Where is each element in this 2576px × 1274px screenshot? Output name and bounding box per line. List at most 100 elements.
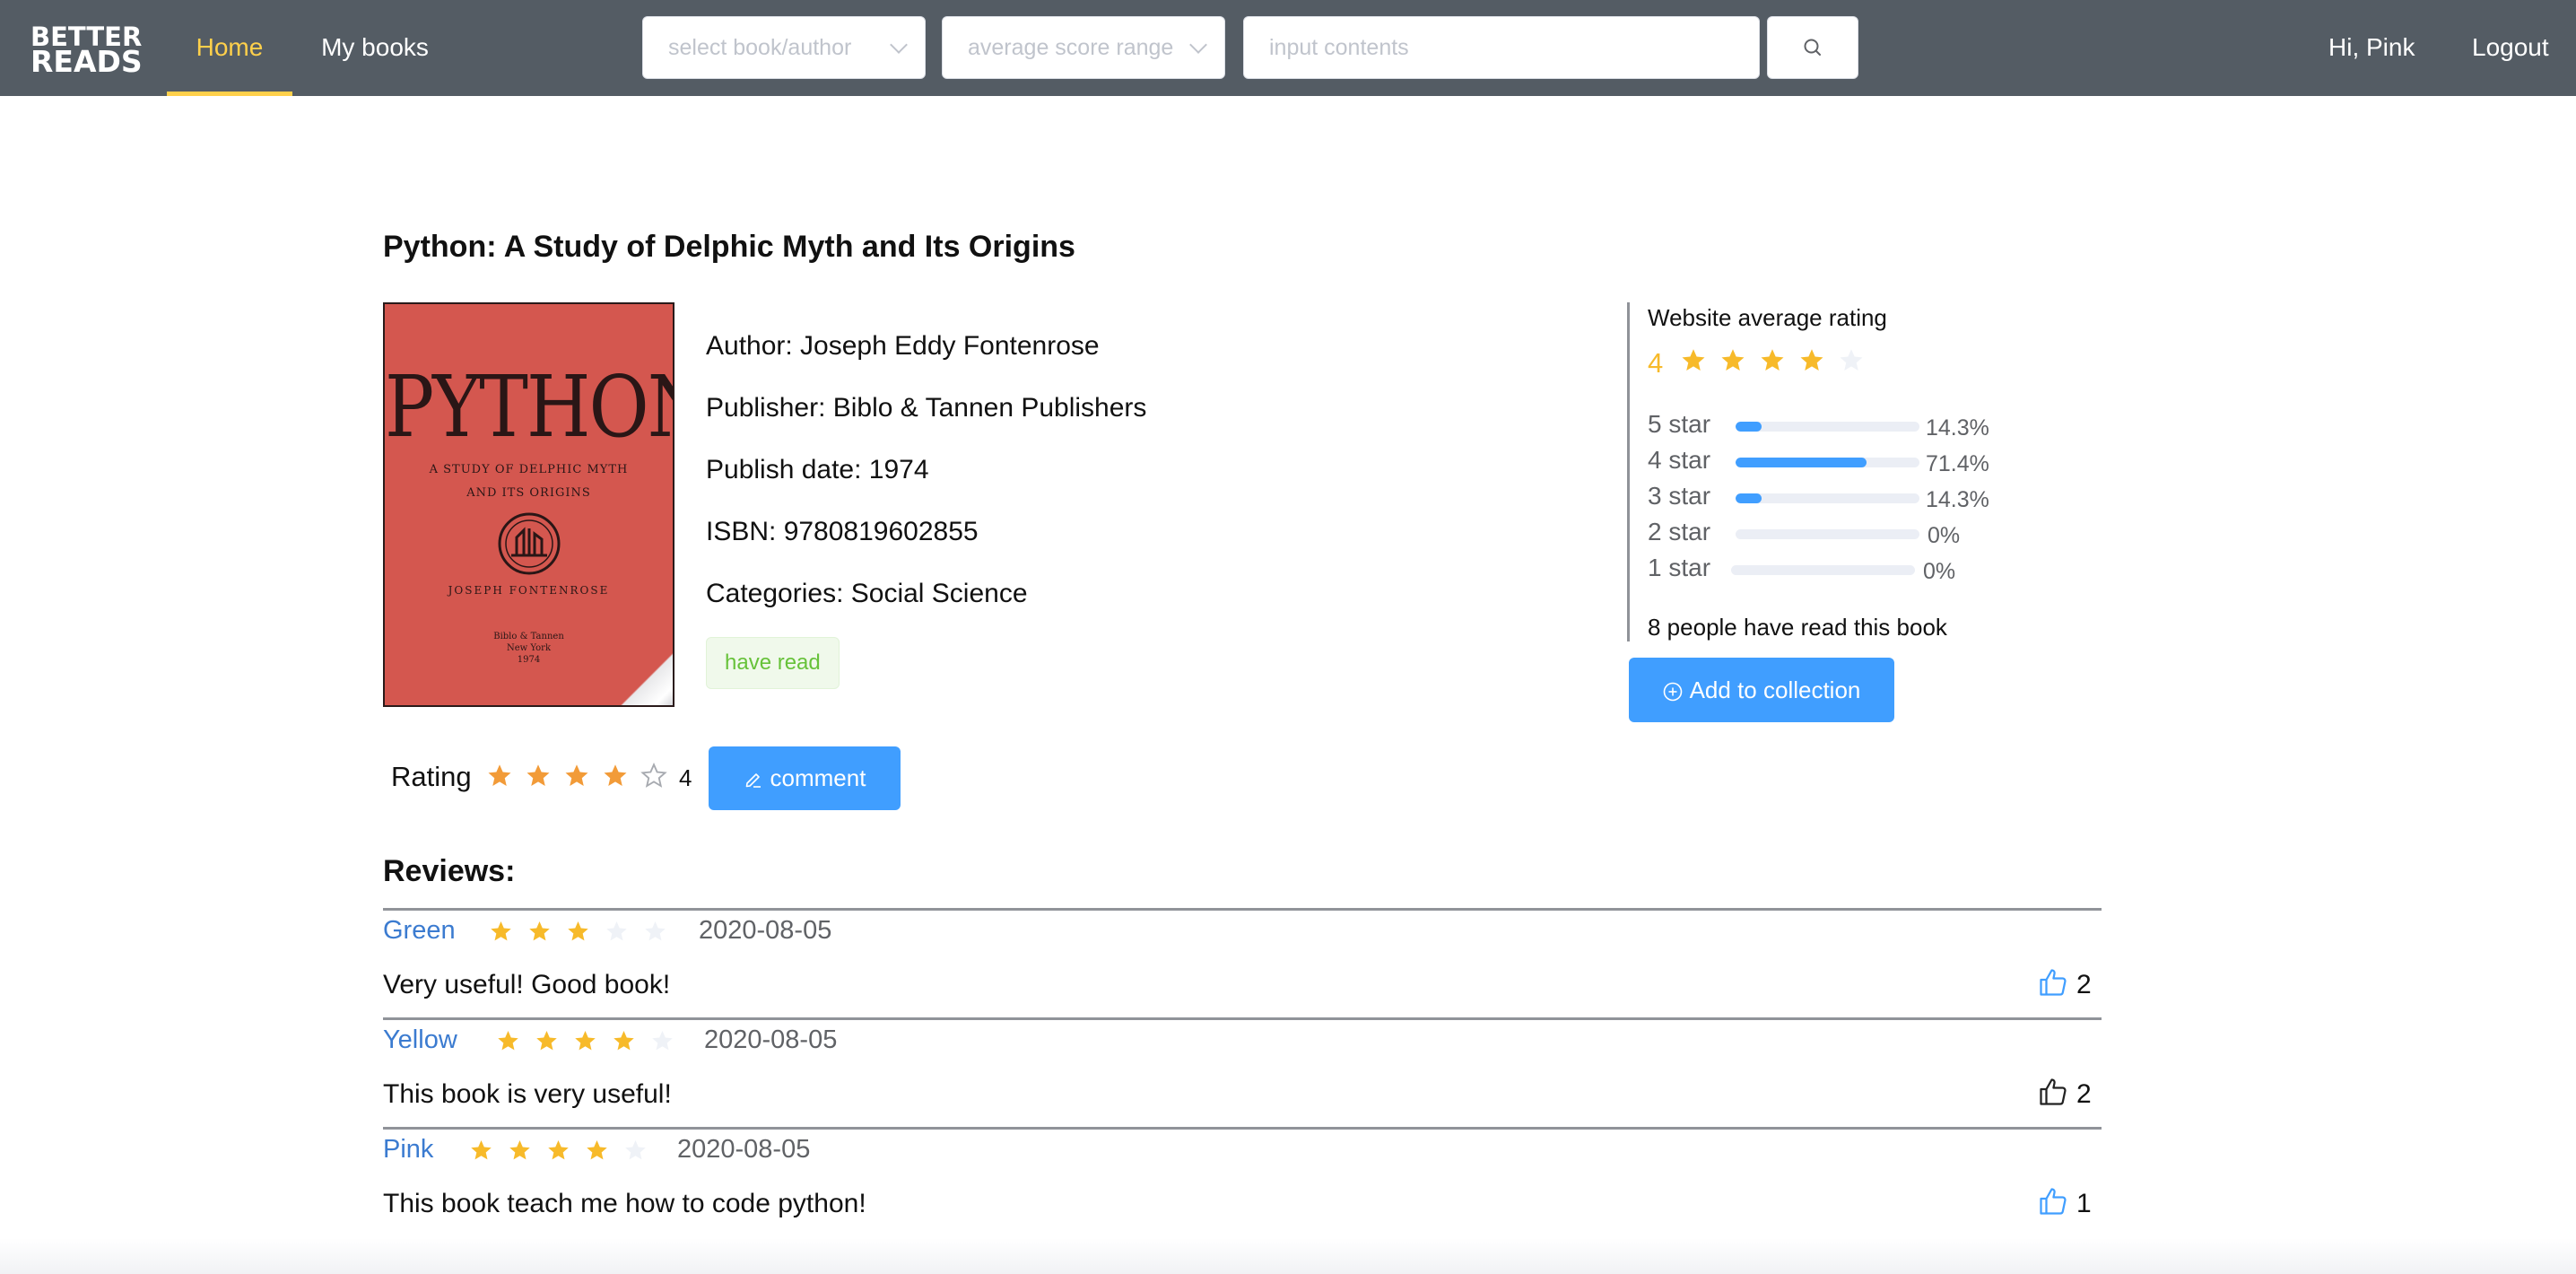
cover-emblem-icon xyxy=(498,512,561,575)
readers-count: 8 people have read this book xyxy=(1648,614,1947,641)
cover-subtitle: A STUDY OF DELPHIC MYTH AND ITS ORIGINS xyxy=(385,458,673,505)
star-filled-icon[interactable] xyxy=(486,763,513,790)
thumbs-up-icon xyxy=(2040,1078,2067,1105)
comment-button-label: comment xyxy=(770,764,866,791)
distribution-percent: 14.3% xyxy=(1926,487,1989,512)
review-date: 2020-08-05 xyxy=(677,1135,811,1164)
user-rating-label: Rating xyxy=(391,761,472,792)
comment-button[interactable]: comment xyxy=(709,746,901,810)
book-author-select[interactable]: select book/author xyxy=(642,16,926,79)
star-filled-icon xyxy=(529,921,550,941)
cover-subtitle-line-1: A STUDY OF DELPHIC MYTH xyxy=(429,463,629,476)
distribution-progress-track xyxy=(1736,422,1919,432)
review-stars xyxy=(489,920,682,944)
add-to-collection-button[interactable]: Add to collection xyxy=(1629,658,1894,722)
star-filled-icon xyxy=(471,1140,492,1160)
review-text: This book is very useful! xyxy=(383,1079,672,1109)
edit-pencil-icon xyxy=(745,773,761,788)
cover-publisher-line-1: Biblo & Tannen xyxy=(493,632,564,641)
user-rating-stars[interactable] xyxy=(486,763,679,790)
plus-circle-icon xyxy=(1663,682,1682,702)
star-filled-icon xyxy=(568,921,588,941)
star-filled-icon xyxy=(509,1140,530,1160)
score-range-select-placeholder: average score range xyxy=(968,35,1174,60)
review-date: 2020-08-05 xyxy=(699,916,832,945)
score-range-select[interactable]: average score range xyxy=(942,16,1225,79)
distribution-progress-track xyxy=(1731,565,1915,575)
search-input[interactable] xyxy=(1243,16,1760,79)
distribution-progress-track xyxy=(1736,529,1919,539)
book-categories: Categories: Social Science xyxy=(706,579,1028,608)
review-item: Yellow 2020-08-05 This book is very useful… xyxy=(383,1017,2102,1125)
distribution-percent: 71.4% xyxy=(1926,451,1989,476)
website-rating-score: 4 xyxy=(1648,347,1664,379)
distribution-progress-track xyxy=(1736,458,1919,467)
like-button[interactable]: 2 xyxy=(2037,1076,2102,1112)
top-navigation-bar: BETTER READS Home My books select book/a… xyxy=(0,0,2576,96)
star-filled-icon[interactable] xyxy=(525,763,552,790)
distribution-star-label: 3 star xyxy=(1648,482,1711,510)
review-username[interactable]: Green xyxy=(383,916,456,946)
like-button[interactable]: 1 xyxy=(2037,1185,2102,1221)
distribution-percent: 0% xyxy=(1928,523,1961,548)
book-author: Author: Joseph Eddy Fontenrose xyxy=(706,331,1100,361)
nav-home[interactable]: Home xyxy=(167,0,292,96)
user-greeting: Hi, Pink xyxy=(2328,33,2415,61)
star-filled-icon xyxy=(536,1031,557,1051)
logo-line-2: READS xyxy=(30,44,143,79)
star-empty-icon[interactable] xyxy=(640,763,667,790)
review-text: Very useful! Good book! xyxy=(383,970,671,999)
star-empty-icon xyxy=(645,921,666,941)
website-rating-stars xyxy=(1680,347,1877,374)
search-icon xyxy=(1804,39,1821,56)
distribution-percent: 14.3% xyxy=(1926,415,1989,441)
review-date: 2020-08-05 xyxy=(704,1025,838,1054)
distribution-star-label: 4 star xyxy=(1648,446,1711,474)
like-button[interactable]: 2 xyxy=(2037,966,2102,1002)
book-isbn: ISBN: 9780819602855 xyxy=(706,517,979,546)
star-filled-icon xyxy=(575,1031,596,1051)
star-filled-icon[interactable] xyxy=(602,763,629,790)
like-count: 2 xyxy=(2076,970,2092,999)
user-rating-value: 4 xyxy=(679,764,692,791)
star-filled-icon xyxy=(614,1031,634,1051)
thumbs-up-icon xyxy=(2040,969,2067,996)
website-rating-panel: Website average rating 4 5 star 14.3% 4 st… xyxy=(1627,302,2040,641)
cover-subtitle-line-2: AND ITS ORIGINS xyxy=(466,486,591,500)
reviews-heading: Reviews: xyxy=(383,854,516,888)
cover-title-text: PYTHON xyxy=(385,358,673,458)
distribution-star-label: 1 star xyxy=(1648,554,1711,581)
chevron-down-icon xyxy=(1189,36,1207,54)
logout-link[interactable]: Logout xyxy=(2472,0,2549,94)
page-curl-decoration xyxy=(621,653,673,705)
search-button[interactable] xyxy=(1767,16,1858,79)
distribution-star-label: 2 star xyxy=(1648,518,1711,545)
book-cover-image: PYTHON A STUDY OF DELPHIC MYTH AND ITS O… xyxy=(383,302,674,707)
star-empty-icon xyxy=(625,1140,646,1160)
star-empty-icon xyxy=(1840,349,1863,371)
star-filled-icon[interactable] xyxy=(563,763,590,790)
review-text: This book teach me how to code python! xyxy=(383,1189,866,1218)
nav-my-books[interactable]: My books xyxy=(310,0,439,96)
star-filled-icon xyxy=(587,1140,607,1160)
star-filled-icon xyxy=(491,921,511,941)
star-filled-icon xyxy=(1800,349,1823,371)
review-username[interactable]: Yellow xyxy=(383,1025,457,1055)
cover-author: JOSEPH FONTENROSE xyxy=(448,584,610,597)
star-filled-icon xyxy=(1761,349,1784,371)
review-stars xyxy=(496,1029,689,1053)
distribution-progress-track xyxy=(1736,493,1919,503)
review-item: Pink 2020-08-05 This book teach me how to … xyxy=(383,1127,2102,1235)
star-filled-icon xyxy=(498,1031,518,1051)
book-author-select-placeholder: select book/author xyxy=(668,35,852,60)
like-count: 2 xyxy=(2076,1079,2092,1109)
review-username[interactable]: Pink xyxy=(383,1135,433,1165)
chevron-down-icon xyxy=(890,36,908,54)
betterreads-logo[interactable]: BETTER READS xyxy=(30,24,143,79)
review-stars xyxy=(469,1139,662,1163)
distribution-star-label: 5 star xyxy=(1648,410,1711,438)
thumbs-up-icon xyxy=(2040,1188,2067,1215)
read-status-tag: have read xyxy=(706,637,840,689)
star-empty-icon xyxy=(606,921,627,941)
like-count: 1 xyxy=(2076,1189,2092,1218)
